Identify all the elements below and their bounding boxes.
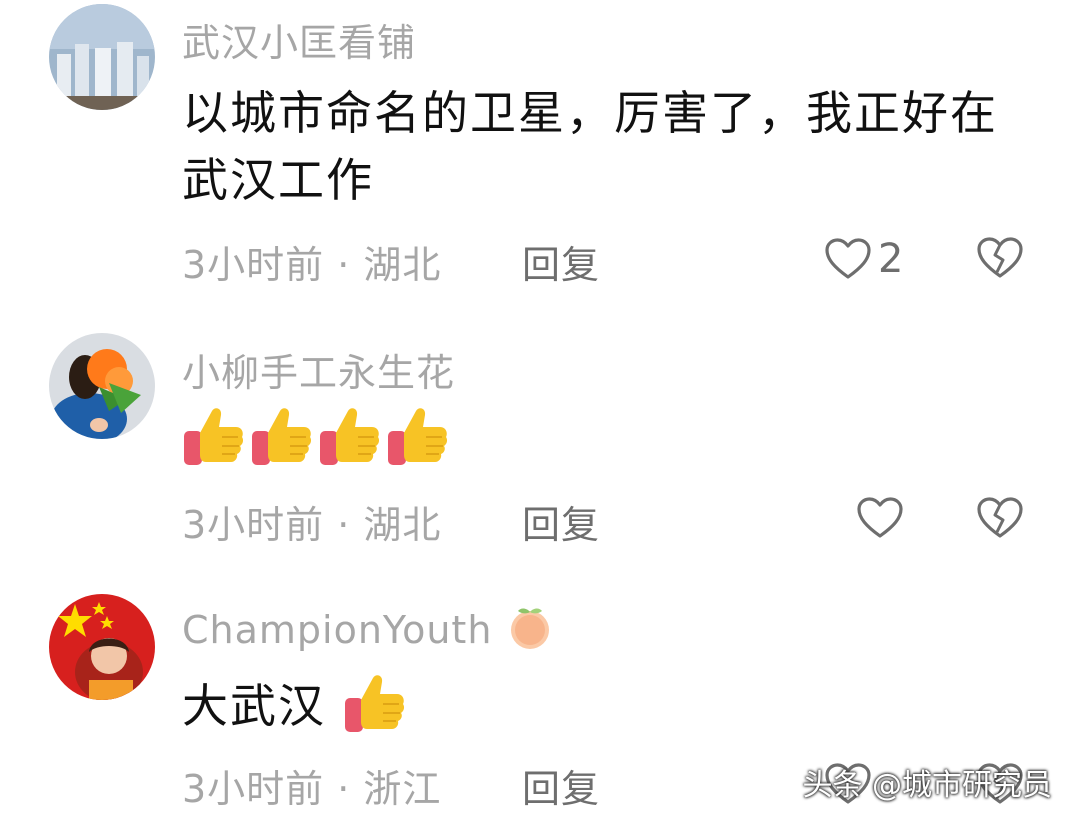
comment-text-body: 大武汉 xyxy=(182,679,326,733)
thumbs-up-icon xyxy=(320,408,380,465)
comment-meta: 3小时前 · 浙江 xyxy=(182,767,442,811)
dislike-button[interactable] xyxy=(976,496,1024,544)
heart-icon xyxy=(857,497,903,538)
username[interactable]: 小柳手工永生花 xyxy=(182,342,455,397)
comment-meta: 3小时前 · 湖北 xyxy=(182,243,442,287)
heart-icon xyxy=(825,238,871,279)
comment-emojis xyxy=(182,405,450,469)
like-count: 2 xyxy=(878,236,904,282)
like-button[interactable] xyxy=(856,496,904,540)
username[interactable]: ChampionYouth xyxy=(182,603,554,652)
comment-meta: 3小时前 · 湖北 xyxy=(182,503,442,547)
reply-button[interactable]: 回复 xyxy=(522,494,600,549)
broken-heart-icon xyxy=(977,497,1023,538)
peach-icon xyxy=(510,608,549,649)
thumbs-up-icon xyxy=(344,675,404,732)
thumbs-up-icon xyxy=(388,408,448,465)
avatar-image-flowers xyxy=(49,333,155,439)
username[interactable]: 武汉小匡看铺 xyxy=(182,12,416,67)
avatar[interactable] xyxy=(49,4,155,110)
reply-button[interactable]: 回复 xyxy=(522,758,600,813)
broken-heart-icon xyxy=(977,237,1023,278)
comment-text: 大武汉 xyxy=(182,672,1022,740)
avatar-image-flag xyxy=(49,594,155,700)
avatar-image-buildings xyxy=(49,4,155,110)
username-text: ChampionYouth xyxy=(182,608,493,652)
thumbs-up-icon xyxy=(184,408,244,465)
watermark: 头条 @城市研究员 xyxy=(802,768,1052,803)
like-button[interactable]: 2 xyxy=(824,236,903,282)
comment-text: 以城市命名的卫星，厉害了，我正好在武汉工作 xyxy=(182,86,998,207)
thumbs-up-icon xyxy=(252,408,312,465)
avatar[interactable] xyxy=(49,594,155,700)
reply-button[interactable]: 回复 xyxy=(522,234,600,289)
avatar[interactable] xyxy=(49,333,155,439)
dislike-button[interactable] xyxy=(976,236,1024,284)
